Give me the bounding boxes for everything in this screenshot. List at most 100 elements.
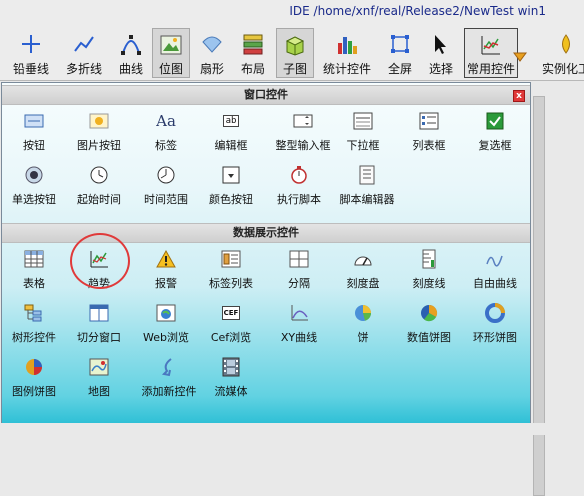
control-button[interactable]: 按钮 bbox=[3, 111, 65, 155]
window-title: IDE /home/xnf/real/Release2/NewTest win1 bbox=[289, 4, 546, 18]
add-control-icon bbox=[159, 357, 179, 377]
layout-icon bbox=[241, 32, 265, 56]
control-label: 下拉框 bbox=[346, 139, 380, 152]
control-alarm[interactable]: 报警 bbox=[135, 249, 197, 293]
control-list-box[interactable]: 列表框 bbox=[398, 111, 460, 155]
control-pie[interactable]: 饼 bbox=[332, 303, 394, 347]
curve-icon bbox=[119, 32, 143, 56]
control-tree[interactable]: 树形控件 bbox=[3, 303, 65, 347]
control-table[interactable]: 表格 bbox=[3, 249, 65, 293]
control-label: 执行脚本 bbox=[277, 193, 321, 206]
control-script-editor[interactable]: 脚本编辑器 bbox=[332, 165, 402, 209]
toolbar-label: 选择 bbox=[428, 62, 453, 76]
instance-icon bbox=[554, 32, 578, 56]
toolbar-select-button[interactable]: 选择 bbox=[424, 28, 458, 78]
toolbar-subgraph-button[interactable]: 子图 bbox=[276, 28, 314, 78]
control-label: 地图 bbox=[88, 385, 110, 398]
label-aa-icon: Aa bbox=[156, 111, 176, 131]
toolbar-layout-button[interactable]: 布局 bbox=[236, 28, 270, 78]
control-label-widget[interactable]: Aa 标签 bbox=[135, 111, 197, 155]
control-map[interactable]: 地图 bbox=[68, 357, 130, 401]
control-label: 时间范围 bbox=[144, 193, 188, 206]
control-xy-curve[interactable]: XY曲线 bbox=[268, 303, 330, 347]
toolbar-label: 曲线 bbox=[118, 62, 143, 76]
control-scale-line[interactable]: 刻度线 bbox=[398, 249, 460, 293]
control-web-browser[interactable]: Web浏览 bbox=[135, 303, 197, 347]
control-label: 复选框 bbox=[478, 139, 512, 152]
control-label: Cef浏览 bbox=[210, 331, 252, 344]
clock-icon bbox=[89, 165, 109, 185]
toolbar-label: 扇形 bbox=[199, 62, 224, 76]
control-radio-button[interactable]: 单选按钮 bbox=[3, 165, 65, 209]
control-label: 饼 bbox=[357, 331, 369, 344]
toolbar-curve-button[interactable]: 曲线 bbox=[114, 28, 148, 78]
control-tag-list[interactable]: 标签列表 bbox=[200, 249, 262, 293]
right-scroll-area bbox=[531, 82, 584, 496]
toolbar-label: 全屏 bbox=[387, 62, 412, 76]
control-label: 树形控件 bbox=[12, 331, 56, 344]
toolbar-label: 统计控件 bbox=[322, 62, 371, 76]
toolbar-fullscreen-button[interactable]: 全屏 bbox=[384, 28, 416, 78]
tag-list-icon bbox=[221, 249, 241, 269]
label-aa-text: Aa bbox=[156, 112, 176, 130]
dropdown-arrow-icon bbox=[513, 52, 527, 62]
toolbar-bitmap-button[interactable]: 位图 bbox=[152, 28, 190, 78]
toolbar-polyline-button[interactable]: 多折线 bbox=[60, 28, 108, 78]
control-label: 刻度盘 bbox=[346, 277, 380, 290]
control-edit-box[interactable]: ab 编辑框 bbox=[200, 111, 262, 155]
control-label: 流媒体 bbox=[214, 385, 248, 398]
control-label: 编辑框 bbox=[214, 139, 248, 152]
control-stream-media[interactable]: 流媒体 bbox=[200, 357, 262, 401]
panel-title: 窗口控件 bbox=[244, 88, 288, 101]
control-palette-panel: 窗口控件 x 按钮 图片按钮 Aa 标签 ab 编辑框 整型输入框 下拉框 列表… bbox=[1, 82, 531, 424]
toolbar-sector-button[interactable]: 扇形 bbox=[196, 28, 228, 78]
close-icon[interactable]: x bbox=[513, 90, 525, 102]
control-run-script[interactable]: 执行脚本 bbox=[268, 165, 330, 209]
control-start-time[interactable]: 起始时间 bbox=[68, 165, 130, 209]
toolbar-instance-button[interactable]: 实例化工 bbox=[536, 28, 584, 78]
legend-pie-icon bbox=[24, 357, 44, 377]
control-splitter[interactable]: 分隔 bbox=[268, 249, 330, 293]
control-color-button[interactable]: 颜色按钮 bbox=[200, 165, 262, 209]
control-add-new[interactable]: 添加新控件 bbox=[135, 357, 203, 401]
control-label: 自由曲线 bbox=[473, 277, 517, 290]
control-split-window[interactable]: 切分窗口 bbox=[68, 303, 130, 347]
toolbar-vertical-line-button[interactable]: 铅垂线 bbox=[8, 28, 54, 78]
control-dropdown[interactable]: 下拉框 bbox=[332, 111, 394, 155]
ring-pie-icon bbox=[485, 303, 505, 323]
control-cef-browser[interactable]: CEF Cef浏览 bbox=[200, 303, 262, 347]
splitter-icon bbox=[289, 249, 309, 269]
title-bar: IDE /home/xnf/real/Release2/NewTest win1 bbox=[0, 0, 584, 24]
control-time-range[interactable]: 时间范围 bbox=[135, 165, 197, 209]
control-label: 数值饼图 bbox=[407, 331, 451, 344]
control-ring-pie[interactable]: 环形饼图 bbox=[464, 303, 526, 347]
toolbar-label: 多折线 bbox=[65, 62, 102, 76]
dropdown-list-icon bbox=[353, 111, 373, 131]
warning-icon bbox=[156, 249, 176, 269]
control-label: 切分窗口 bbox=[77, 331, 121, 344]
vertical-scrollbar[interactable] bbox=[533, 96, 545, 496]
control-free-curve[interactable]: 自由曲线 bbox=[464, 249, 526, 293]
edit-box-icon: ab bbox=[220, 111, 242, 131]
highlight-circle bbox=[70, 233, 130, 289]
film-icon bbox=[221, 357, 241, 377]
control-image-button[interactable]: 图片按钮 bbox=[68, 111, 130, 155]
toolbar-stats-button[interactable]: 统计控件 bbox=[320, 28, 374, 78]
bottom-strip bbox=[0, 423, 584, 435]
dial-icon bbox=[353, 249, 373, 269]
control-int-input[interactable]: 整型输入框 bbox=[268, 111, 338, 155]
control-dial[interactable]: 刻度盘 bbox=[332, 249, 394, 293]
control-label: 颜色按钮 bbox=[209, 193, 253, 206]
fullscreen-icon bbox=[388, 32, 412, 56]
common-control-icon bbox=[479, 33, 503, 56]
control-label: 标签 bbox=[155, 139, 177, 152]
toolbar-common-control-button[interactable]: 常用控件 bbox=[464, 28, 518, 78]
script-icon bbox=[357, 165, 377, 185]
control-checkbox[interactable]: 复选框 bbox=[464, 111, 526, 155]
value-pie-icon bbox=[419, 303, 439, 323]
toolbar-dropdown-button[interactable] bbox=[513, 50, 527, 64]
control-value-pie[interactable]: 数值饼图 bbox=[398, 303, 460, 347]
control-label: 图片按钮 bbox=[77, 139, 121, 152]
tree-icon bbox=[24, 303, 44, 323]
control-legend-pie[interactable]: 图例饼图 bbox=[3, 357, 65, 401]
